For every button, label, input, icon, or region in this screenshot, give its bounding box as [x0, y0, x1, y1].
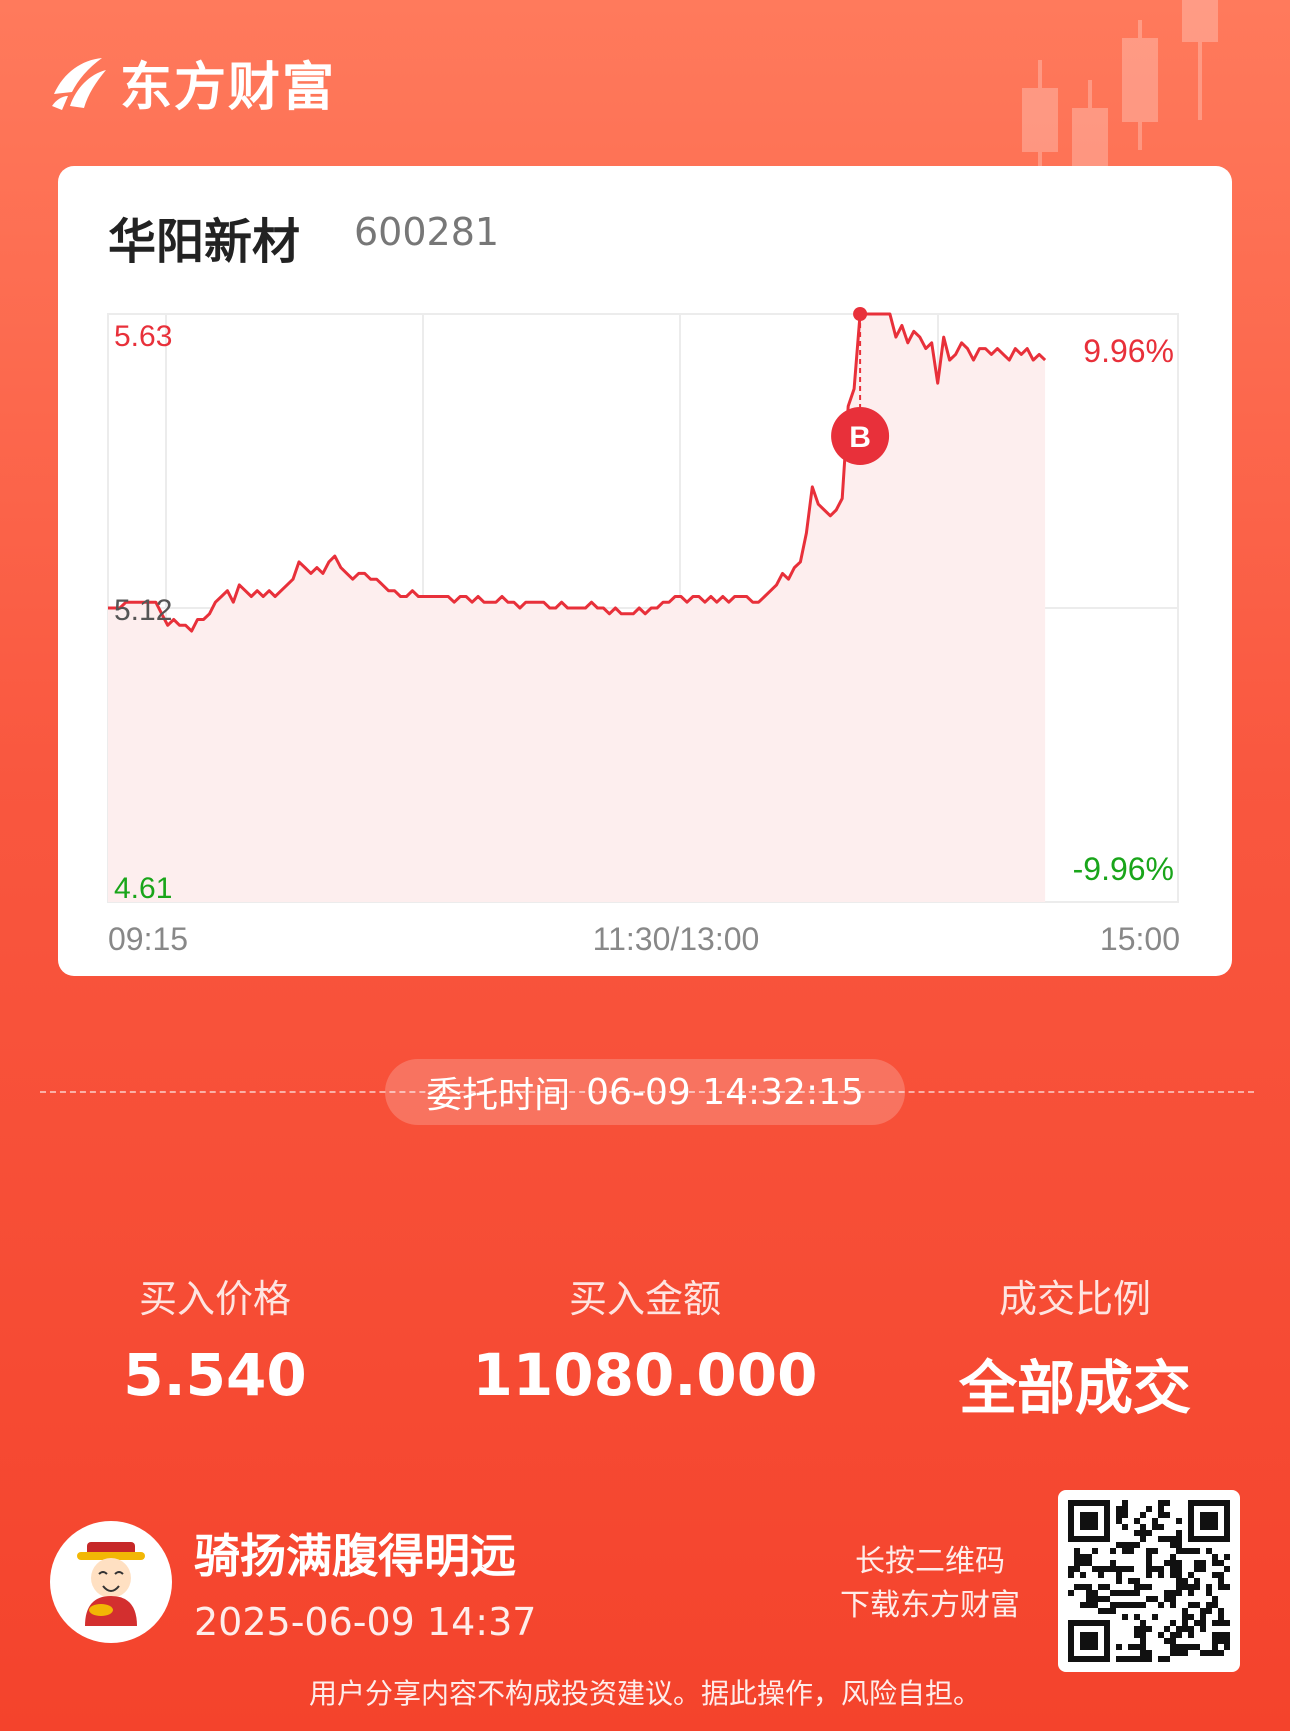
y-label-mid: 5.12 — [114, 594, 172, 627]
pct-label-bottom: -9.96% — [1073, 851, 1174, 887]
brand-header: 东方财富 — [48, 46, 336, 118]
stock-chart-card[interactable]: 华阳新材 600281 5.63 5.12 4.61 9.96% -9.96% … — [58, 166, 1232, 976]
qr-code-icon — [1068, 1500, 1230, 1662]
stat-buy-price: 买入价格 5.540 — [0, 1268, 430, 1425]
x-label-midday: 11:30/13:00 — [593, 921, 760, 957]
user-text: 骑扬满腹得明远 2025-06-09 14:37 — [194, 1520, 536, 1644]
x-label-open: 09:15 — [108, 921, 188, 957]
stat-value: 全部成交 — [958, 1354, 1191, 1422]
avatar[interactable] — [50, 1521, 172, 1643]
stat-label: 买入价格 — [138, 1277, 291, 1321]
qr-code[interactable] — [1058, 1490, 1240, 1672]
user-name: 骑扬满腹得明远 — [194, 1529, 516, 1583]
stat-value: 5.540 — [123, 1341, 307, 1409]
pct-label-top: 9.96% — [1083, 333, 1174, 369]
x-label-close: 15:00 — [1100, 921, 1180, 957]
trade-stats: 买入价格 5.540 买入金额 11080.000 成交比例 全部成交 — [0, 1268, 1290, 1425]
y-label-bottom: 4.61 — [114, 872, 172, 905]
stat-buy-amount: 买入金额 11080.000 — [430, 1268, 860, 1425]
user-info[interactable]: 骑扬满腹得明远 2025-06-09 14:37 — [50, 1520, 536, 1644]
stat-fill-ratio: 成交比例 全部成交 — [860, 1268, 1290, 1425]
intraday-chart: 5.63 5.12 4.61 9.96% -9.96% 09:15 11:30/… — [107, 307, 1180, 957]
share-time: 2025-06-09 14:37 — [194, 1600, 537, 1644]
qr-hint: 长按二维码 下载东方财富 — [840, 1540, 1020, 1628]
stat-label: 买入金额 — [568, 1277, 721, 1321]
brand-name: 东方财富 — [120, 57, 337, 118]
stat-label: 成交比例 — [998, 1277, 1151, 1321]
eastmoney-logo-icon — [52, 58, 106, 110]
order-time-pill: 委托时间 06-09 14:32:15 — [385, 1059, 905, 1125]
order-time-value: 06-09 14:32:15 — [586, 1071, 864, 1113]
disclaimer: 用户分享内容不构成投资建议。据此操作，风险自担。 — [308, 1677, 981, 1710]
caishen-avatar-icon — [77, 1542, 145, 1626]
order-time-label: 委托时间 — [426, 1075, 571, 1116]
buy-marker-dot — [853, 307, 868, 321]
qr-hint-line2: 下载东方财富 — [840, 1588, 1020, 1623]
qr-hint-line1: 长按二维码 — [855, 1544, 1005, 1579]
y-label-top: 5.63 — [114, 320, 172, 353]
buy-marker-label: B — [849, 421, 871, 454]
stat-value: 11080.000 — [472, 1341, 818, 1409]
